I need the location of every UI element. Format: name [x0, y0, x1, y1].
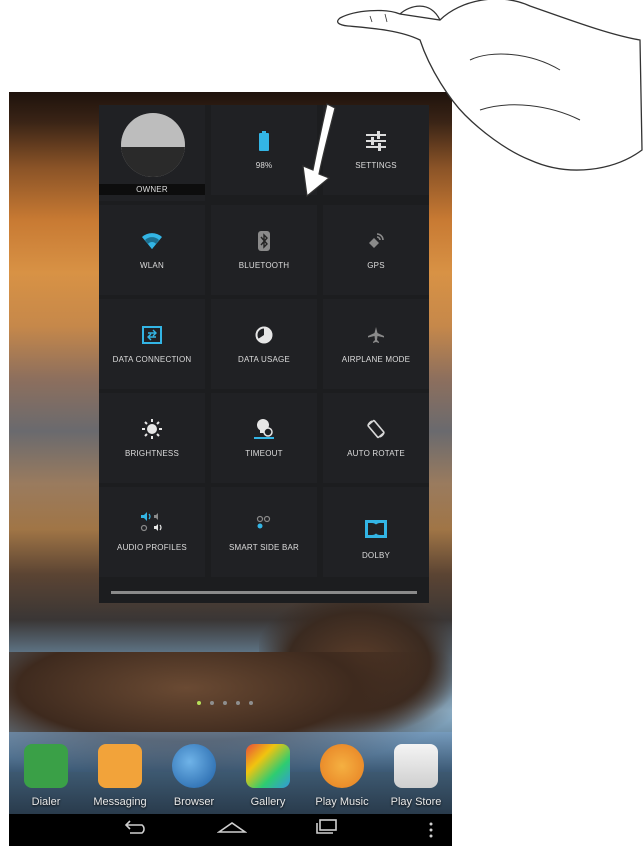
tile-brightness-label: BRIGHTNESS — [124, 449, 179, 458]
home-icon[interactable] — [216, 818, 248, 841]
audio-profiles-icon — [99, 511, 205, 535]
page-dot — [236, 701, 240, 705]
hand-gesture-icon — [337, 0, 643, 171]
tile-auto-rotate[interactable]: AUTO ROTATE — [323, 393, 429, 483]
airplane-icon — [323, 323, 429, 347]
message-icon — [98, 744, 142, 788]
smart-side-bar-icon — [211, 511, 317, 535]
tile-airplane-mode-label: AIRPLANE MODE — [341, 355, 411, 364]
app-messaging[interactable]: Messaging — [83, 744, 157, 808]
page-dot — [210, 701, 214, 705]
tile-bluetooth-label: BLUETOOTH — [238, 261, 290, 270]
phone-icon — [24, 744, 68, 788]
tile-owner[interactable]: OWNER — [99, 105, 205, 201]
wifi-icon — [99, 229, 205, 253]
tile-airplane-mode[interactable]: AIRPLANE MODE — [323, 299, 429, 389]
dolby-icon — [323, 517, 429, 541]
swipe-down-arrow-icon — [302, 103, 336, 198]
tile-wlan-label: WLAN — [140, 261, 164, 270]
app-browser[interactable]: Browser — [157, 744, 231, 808]
play-store-icon — [394, 744, 438, 788]
app-label: Play Store — [390, 796, 442, 808]
tile-data-usage-label: DATA USAGE — [238, 355, 290, 364]
page-dot — [249, 701, 253, 705]
app-dock: Dialer Messaging Browser Gallery Play Mu… — [9, 744, 452, 814]
app-label: Play Music — [315, 796, 369, 808]
brightness-icon — [99, 417, 205, 441]
data-usage-icon — [211, 323, 317, 347]
tile-data-connection[interactable]: DATA CONNECTION — [99, 299, 205, 389]
panel-scrollbar[interactable] — [111, 591, 417, 594]
app-label: Browser — [173, 796, 215, 808]
app-play-store[interactable]: Play Store — [379, 744, 452, 808]
tile-smart-side-bar-label: SMART SIDE BAR — [228, 543, 300, 552]
tile-bluetooth[interactable]: BLUETOOTH — [211, 205, 317, 295]
gallery-icon — [246, 744, 290, 788]
app-label: Messaging — [93, 796, 147, 808]
page-indicator — [197, 701, 253, 705]
page-dot — [223, 701, 227, 705]
bluetooth-icon — [211, 229, 317, 253]
tile-timeout[interactable]: TIMEOUT — [211, 393, 317, 483]
tile-audio-profiles[interactable]: AUDIO PROFILES — [99, 487, 205, 577]
page-dot — [197, 701, 201, 705]
headphones-icon — [320, 744, 364, 788]
tile-auto-rotate-label: AUTO ROTATE — [347, 449, 405, 458]
app-label: Gallery — [250, 796, 286, 808]
tile-wlan[interactable]: WLAN — [99, 205, 205, 295]
tile-data-connection-label: DATA CONNECTION — [112, 355, 192, 364]
tile-gps-label: GPS — [367, 261, 385, 270]
app-play-music[interactable]: Play Music — [305, 744, 379, 808]
gps-icon — [323, 229, 429, 253]
tile-brightness[interactable]: BRIGHTNESS — [99, 393, 205, 483]
tile-smart-side-bar[interactable]: SMART SIDE BAR — [211, 487, 317, 577]
data-connection-icon — [99, 323, 205, 347]
app-gallery[interactable]: Gallery — [231, 744, 305, 808]
back-icon[interactable] — [122, 818, 150, 841]
owner-avatar — [121, 113, 185, 177]
globe-icon — [172, 744, 216, 788]
tile-dolby[interactable]: DOLBY — [323, 487, 429, 577]
tile-data-usage[interactable]: DATA USAGE — [211, 299, 317, 389]
menu-icon[interactable] — [428, 822, 434, 843]
tile-audio-profiles-label: AUDIO PROFILES — [117, 543, 187, 552]
app-label: Dialer — [31, 796, 61, 808]
app-dialer[interactable]: Dialer — [9, 744, 83, 808]
timeout-icon — [211, 417, 317, 441]
tile-dolby-label: DOLBY — [361, 551, 391, 560]
tile-timeout-label: TIMEOUT — [245, 449, 283, 458]
auto-rotate-icon — [323, 417, 429, 441]
navigation-bar — [9, 814, 452, 846]
tile-owner-label: OWNER — [99, 184, 205, 195]
tile-gps[interactable]: GPS — [323, 205, 429, 295]
recent-apps-icon[interactable] — [314, 818, 340, 841]
